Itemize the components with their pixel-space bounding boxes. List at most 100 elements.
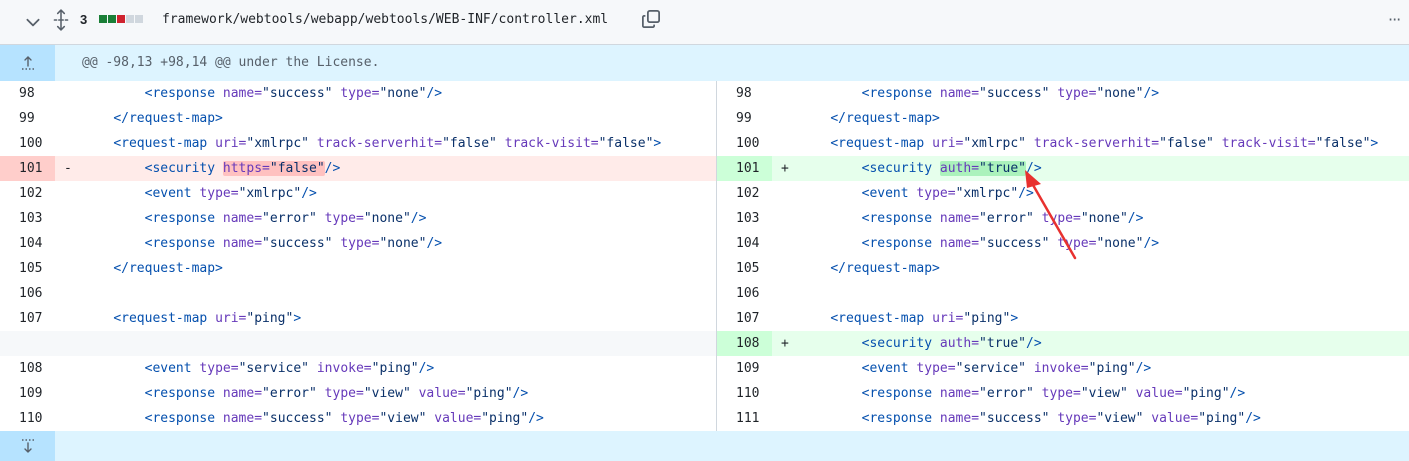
code-token: /> [1026, 161, 1042, 176]
code-token: "success" [262, 86, 333, 101]
diffstat [99, 15, 143, 23]
code-token: auth= [939, 336, 980, 351]
code-token: "ping" [465, 386, 513, 401]
line-number[interactable]: 102 [717, 181, 772, 206]
code-content: </request-map> [82, 256, 223, 281]
chevron-down-icon[interactable] [24, 13, 42, 31]
diff-line: 109 <event type="service" invoke="ping"/… [717, 356, 1409, 381]
code-token: name= [222, 211, 263, 226]
code-token: track-serverhit= [1033, 136, 1160, 151]
code-token: value= [1151, 411, 1199, 426]
diff-line: 98 <response name="success" type="none"/… [717, 81, 1409, 106]
code-token: "success" [979, 411, 1050, 426]
code-token: "success" [979, 86, 1050, 101]
line-number[interactable]: 107 [717, 306, 772, 331]
code-token: "view" [1096, 411, 1144, 426]
code-token: "false" [1315, 136, 1371, 151]
fold-up-icon[interactable] [0, 45, 55, 81]
code-token: "ping" [963, 311, 1011, 326]
line-number[interactable]: 99 [717, 106, 772, 131]
line-number[interactable]: 106 [0, 281, 55, 306]
unfold-icon[interactable] [52, 9, 70, 31]
diff-line: 101- <security https="false"/> [0, 156, 716, 181]
line-number[interactable]: 109 [717, 356, 772, 381]
code-token: "success" [262, 411, 333, 426]
code-token: <response [861, 236, 940, 251]
line-number[interactable]: 98 [0, 81, 55, 106]
line-number[interactable]: 105 [0, 256, 55, 281]
line-number[interactable]: 107 [0, 306, 55, 331]
line-number[interactable]: 101 [717, 156, 772, 181]
code-token: invoke= [1033, 361, 1089, 376]
code-token: <response [144, 386, 223, 401]
code-token: /> [1245, 411, 1261, 426]
code-token: "error" [262, 211, 317, 226]
code-token: "ping" [371, 361, 419, 376]
code-token: "service" [238, 361, 310, 376]
code-token: <event [144, 186, 200, 201]
code-token: <response [861, 211, 940, 226]
code-token: type= [324, 386, 364, 401]
code-token: > [653, 136, 662, 151]
line-number[interactable]: 105 [717, 256, 772, 281]
line-number[interactable]: 110 [0, 406, 55, 431]
line-number[interactable]: 99 [0, 106, 55, 131]
line-number[interactable]: 100 [0, 131, 55, 156]
line-number[interactable]: 102 [0, 181, 55, 206]
copy-icon[interactable] [641, 9, 661, 29]
file-path[interactable]: framework/webtools/webapp/webtools/WEB-I… [162, 12, 608, 27]
code-token: "none" [379, 236, 427, 251]
code-token: name= [222, 386, 263, 401]
diff-line: 103 <response name="error" type="none"/> [0, 206, 716, 231]
line-number[interactable]: 100 [717, 131, 772, 156]
code-token: value= [1135, 386, 1183, 401]
code-token: <response [144, 211, 223, 226]
code-content: <event type="xmlrpc"/> [82, 181, 317, 206]
code-content: <response name="success" type="view" val… [82, 406, 544, 431]
line-number[interactable]: 108 [717, 331, 772, 356]
diff-line: 105 </request-map> [717, 256, 1409, 281]
kebab-horizontal-icon[interactable]: ··· [1388, 10, 1401, 29]
code-token: <response [861, 86, 940, 101]
code-token: name= [939, 411, 980, 426]
fold-down-icon[interactable] [0, 431, 55, 461]
diff-line: 99 </request-map> [0, 106, 716, 131]
line-number[interactable] [0, 331, 55, 356]
code-content: </request-map> [82, 106, 223, 131]
code-token: uri= [932, 311, 964, 326]
code-token: /> [1127, 211, 1144, 226]
line-number[interactable]: 104 [717, 231, 772, 256]
code-token: "false" [1159, 136, 1214, 151]
code-content: <response name="success" type="none"/> [799, 81, 1159, 106]
line-number[interactable]: 104 [0, 231, 55, 256]
code-token: "view" [363, 386, 411, 401]
line-number[interactable]: 108 [0, 356, 55, 381]
code-token: name= [939, 386, 980, 401]
line-number[interactable]: 111 [717, 406, 772, 431]
line-number[interactable]: 103 [0, 206, 55, 231]
diff-line: 110 <response name="success" type="view"… [0, 406, 716, 431]
code-token: name= [939, 236, 980, 251]
code-content: <security https="false"/> [82, 156, 340, 181]
code-token: value= [418, 386, 466, 401]
line-number[interactable]: 103 [717, 206, 772, 231]
line-number[interactable]: 110 [717, 381, 772, 406]
line-number[interactable]: 98 [717, 81, 772, 106]
code-token: /> [301, 186, 317, 201]
line-number[interactable]: 109 [0, 381, 55, 406]
code-token: "view" [379, 411, 427, 426]
line-number[interactable]: 101 [0, 156, 55, 181]
diff-line: 104 <response name="success" type="none"… [0, 231, 716, 256]
code-token: name= [939, 211, 980, 226]
line-number[interactable]: 106 [717, 281, 772, 306]
code-token: type= [1041, 386, 1081, 401]
code-token: <request-map [113, 311, 216, 326]
